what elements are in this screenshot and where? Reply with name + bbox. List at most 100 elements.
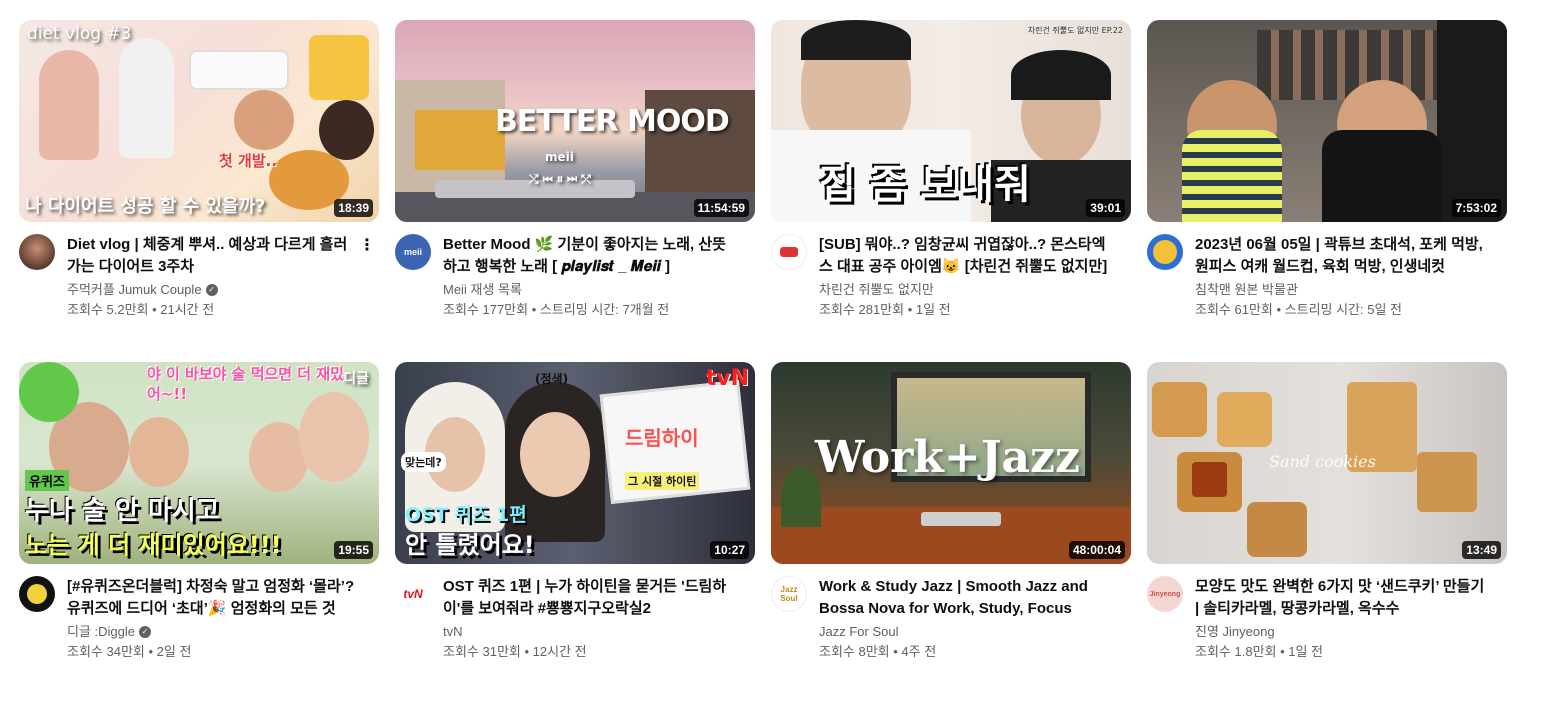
channel-avatar-text: meii <box>403 247 422 257</box>
video-card[interactable]: Sand cookies 13:49 Jinyeong 모양도 맛도 완벽한 6… <box>1147 362 1507 704</box>
channel-logo-icon <box>780 247 798 257</box>
thumbnail-caption-main: BETTER MOOD <box>495 104 730 139</box>
video-title[interactable]: OST 퀴즈 1편 | 누가 하이틴을 묻거든 '드림하이'를 보여줘라 #뿅뿅… <box>443 576 733 620</box>
channel-name[interactable]: Meii 재생 목록 <box>443 280 522 300</box>
video-card[interactable]: 차린건 쥐뿔도 없지만 EP.22 집 좀 보내줘 39:01 [SUB] 뭐야… <box>771 20 1131 362</box>
video-meta: tvN OST 퀴즈 1편 | 누가 하이틴을 묻거든 '드림하이'를 보여줘라… <box>395 576 755 662</box>
video-meta: Jazz Soul Work & Study Jazz | Smooth Jaz… <box>771 576 1131 662</box>
video-card[interactable]: diet vlog #3 첫 개발.. 나 다이어트 성공 할 수 있을까? 1… <box>19 20 379 362</box>
video-card[interactable]: Work+Jazz 48:00:04 Jazz Soul Work & Stud… <box>771 362 1131 704</box>
video-title[interactable]: Work & Study Jazz | Smooth Jazz and Boss… <box>819 576 1109 620</box>
channel-logo-icon <box>1153 240 1177 264</box>
channel-name-row: 침착맨 원본 박물관 <box>1195 280 1485 300</box>
tvn-logo-icon: tvN <box>705 366 749 391</box>
thumbnail-caption-main: 나 다이어트 성공 할 수 있을까? <box>25 196 266 217</box>
video-card[interactable]: BETTER MOOD meii ⤮ ⏮ ⏸ ⏭ ⤱ 11:54:59 meii… <box>395 20 755 362</box>
video-thumbnail[interactable]: Sand cookies 13:49 <box>1147 362 1507 564</box>
video-grid: diet vlog #3 첫 개발.. 나 다이어트 성공 할 수 있을까? 1… <box>19 20 1507 704</box>
video-meta: Diet vlog | 체중계 뿌셔.. 예상과 다르게 흘러가는 다이어트 3… <box>19 234 379 320</box>
video-stats: 조회수 31만회 • 12시간 전 <box>443 644 587 659</box>
channel-avatar-text: tvN <box>403 587 423 601</box>
thumbnail-caption-side: 드림하이 <box>625 426 699 450</box>
video-card[interactable]: 야 이 바보야 술 먹으면 더 재밌어~!! 디글 유퀴즈 누나 술 안 마시고… <box>19 362 379 704</box>
channel-avatar-text: Jinyeong <box>1149 590 1181 598</box>
video-thumbnail[interactable]: 차린건 쥐뿔도 없지만 EP.22 집 좀 보내줘 39:01 <box>771 20 1131 222</box>
channel-logo-icon <box>27 584 47 604</box>
video-card[interactable]: 7:53:02 2023년 06월 05일 | 곽튜브 초대석, 포케 먹방, … <box>1147 20 1507 362</box>
channel-name-row: 진영 Jinyeong <box>1195 622 1485 642</box>
channel-name-row: Meii 재생 목록 <box>443 280 733 300</box>
channel-name-row: tvN <box>443 622 733 642</box>
video-details: Diet vlog | 체중계 뿌셔.. 예상과 다르게 흘러가는 다이어트 3… <box>67 234 357 320</box>
video-details: [SUB] 뭐야..? 임창균씨 귀엽잖아..? 몬스타엑스 대표 공주 아이엠… <box>819 234 1109 320</box>
channel-name[interactable]: tvN <box>443 622 463 642</box>
channel-name-row: Jazz For Soul <box>819 622 1109 642</box>
video-title[interactable]: Diet vlog | 체중계 뿌셔.. 예상과 다르게 흘러가는 다이어트 3… <box>67 234 357 278</box>
video-stats: 조회수 61만회 • 스트리밍 시간: 5일 전 <box>1195 302 1403 317</box>
video-details: Better Mood 🌿 기분이 좋아지는 노래, 산뜻하고 행복한 노래 [… <box>443 234 733 320</box>
channel-avatar[interactable]: tvN <box>395 576 431 612</box>
channel-name[interactable]: 진영 Jinyeong <box>1195 622 1275 642</box>
video-title[interactable]: [SUB] 뭐야..? 임창균씨 귀엽잖아..? 몬스타엑스 대표 공주 아이엠… <box>819 234 1109 278</box>
channel-name[interactable]: 차린건 쥐뿔도 없지만 <box>819 280 934 300</box>
thumbnail-caption-tag: 유퀴즈 <box>25 470 69 491</box>
channel-avatar[interactable] <box>19 576 55 612</box>
video-stats: 조회수 5.2만회 • 21시간 전 <box>67 302 215 317</box>
channel-name[interactable]: 침착맨 원본 박물관 <box>1195 280 1298 300</box>
thumbnail-caption-main: OST 퀴즈 1편 <box>405 504 527 526</box>
video-thumbnail[interactable]: BETTER MOOD meii ⤮ ⏮ ⏸ ⏭ ⤱ 11:54:59 <box>395 20 755 222</box>
thumbnail-caption-q: 맞는데? <box>401 452 446 472</box>
thumbnail-caption-side: 첫 개발.. <box>219 152 278 170</box>
channel-avatar[interactable]: Jazz Soul <box>771 576 807 612</box>
video-card[interactable]: (정색) tvN 드림하이 그 시절 하이틴 맞는데? OST 퀴즈 1편 안 … <box>395 362 755 704</box>
thumbnail-caption-top: (정색) <box>535 372 569 386</box>
video-thumbnail[interactable]: Work+Jazz 48:00:04 <box>771 362 1131 564</box>
channel-avatar[interactable] <box>1147 234 1183 270</box>
channel-avatar[interactable] <box>771 234 807 270</box>
channel-name[interactable]: Jazz For Soul <box>819 622 898 642</box>
thumbnail-caption-main2: 안 틀렸어요! <box>405 531 535 559</box>
channel-avatar-text: Jazz Soul <box>780 585 798 603</box>
video-thumbnail[interactable]: diet vlog #3 첫 개발.. 나 다이어트 성공 할 수 있을까? 1… <box>19 20 379 222</box>
channel-avatar[interactable] <box>19 234 55 270</box>
video-duration: 10:27 <box>710 541 749 559</box>
channel-avatar[interactable]: meii <box>395 234 431 270</box>
video-duration: 18:39 <box>334 199 373 217</box>
channel-avatar[interactable]: Jinyeong <box>1147 576 1183 612</box>
channel-name-row: 주먹커플 Jumuk Couple ✓ <box>67 280 357 300</box>
video-duration: 48:00:04 <box>1068 541 1125 559</box>
video-thumbnail[interactable]: (정색) tvN 드림하이 그 시절 하이틴 맞는데? OST 퀴즈 1편 안 … <box>395 362 755 564</box>
thumbnail-caption-top: 야 이 바보야 술 먹으면 더 재밌어~!! <box>147 365 344 403</box>
video-details: OST 퀴즈 1편 | 누가 하이틴을 묻거든 '드림하이'를 보여줘라 #뿅뿅… <box>443 576 733 662</box>
channel-name-row: 디글 :Diggle ✓ <box>67 622 357 642</box>
video-duration: 13:49 <box>1462 541 1501 559</box>
video-duration: 7:53:02 <box>1451 199 1501 217</box>
video-title[interactable]: 모양도 맛도 완벽한 6가지 맛 ‘샌드쿠키’ 만들기 | 솔티카라멜, 땅콩카… <box>1195 576 1485 620</box>
more-actions-icon[interactable]: ⋮ <box>355 232 379 256</box>
channel-name[interactable]: 디글 :Diggle <box>67 622 135 642</box>
thumbnail-caption-top: diet vlog #3 <box>27 24 132 44</box>
video-duration: 11:54:59 <box>693 199 749 217</box>
video-stats: 조회수 1.8만회 • 1일 전 <box>1195 644 1324 659</box>
video-details: 2023년 06월 05일 | 곽튜브 초대석, 포케 먹방, 원피스 여캐 월… <box>1195 234 1485 320</box>
video-title[interactable]: [#유퀴즈온더블럭] 차정숙 말고 엄정화 ‘몰라’? 유퀴즈에 드디어 ‘초대… <box>67 576 357 620</box>
verified-icon: ✓ <box>139 626 151 638</box>
video-title[interactable]: Better Mood 🌿 기분이 좋아지는 노래, 산뜻하고 행복한 노래 [… <box>443 234 733 278</box>
thumbnail-caption-main: Sand cookies <box>1269 452 1376 471</box>
video-stats: 조회수 34만회 • 2일 전 <box>67 644 192 659</box>
channel-name[interactable]: 주먹커플 Jumuk Couple <box>67 280 202 300</box>
thumbnail-caption-side2: 그 시절 하이틴 <box>625 472 700 490</box>
thumbnail-image <box>1147 20 1507 222</box>
thumbnail-caption-sub: meii <box>545 150 574 164</box>
video-thumbnail[interactable]: 7:53:02 <box>1147 20 1507 222</box>
video-thumbnail[interactable]: 야 이 바보야 술 먹으면 더 재밌어~!! 디글 유퀴즈 누나 술 안 마시고… <box>19 362 379 564</box>
player-controls-icon: ⤮ ⏮ ⏸ ⏭ ⤱ <box>529 172 591 186</box>
channel-name-row: 차린건 쥐뿔도 없지만 <box>819 280 1109 300</box>
video-meta: meii Better Mood 🌿 기분이 좋아지는 노래, 산뜻하고 행복한… <box>395 234 755 320</box>
video-details: [#유퀴즈온더블럭] 차정숙 말고 엄정화 ‘몰라’? 유퀴즈에 드디어 ‘초대… <box>67 576 357 662</box>
thumbnail-caption-corner: 디글 <box>343 371 369 387</box>
thumbnail-caption-main: 집 좀 보내줘 <box>819 162 1031 208</box>
video-stats: 조회수 177만회 • 스트리밍 시간: 7개월 전 <box>443 302 670 317</box>
video-title[interactable]: 2023년 06월 05일 | 곽튜브 초대석, 포케 먹방, 원피스 여캐 월… <box>1195 234 1485 278</box>
verified-icon: ✓ <box>205 284 218 296</box>
